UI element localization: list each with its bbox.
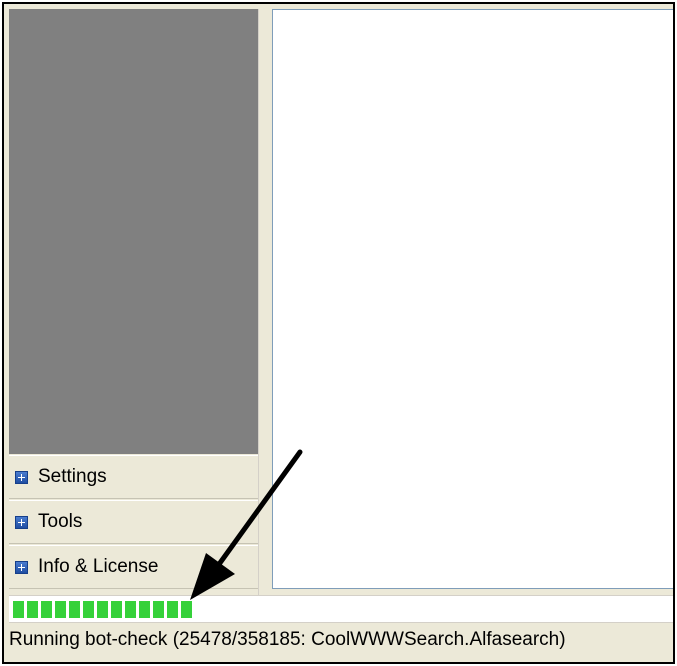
progress-segment (153, 600, 164, 618)
app-window: Settings Tools Info & License Running bo… (2, 2, 675, 664)
status-indicator (9, 663, 129, 664)
progress-segment (139, 600, 150, 618)
sidebar-item-label: Settings (38, 466, 107, 487)
expand-plus-icon[interactable] (15, 560, 28, 574)
status-text: Running bot-check (25478/358185: CoolWWW… (9, 629, 566, 650)
pane-splitter[interactable] (258, 9, 272, 595)
main-content-pane (272, 9, 673, 589)
expand-plus-icon[interactable] (15, 515, 28, 529)
sidebar-item-info-license[interactable]: Info & License (9, 545, 258, 589)
progress-bar (9, 595, 673, 622)
progress-segment (97, 600, 108, 618)
status-bar: Running bot-check (25478/358185: CoolWWW… (9, 622, 673, 664)
progress-segment (41, 600, 52, 618)
progress-segment (181, 600, 192, 618)
left-panel: Settings Tools Info & License (9, 9, 258, 595)
progress-segment (111, 600, 122, 618)
sidebar-item-tools[interactable]: Tools (9, 500, 258, 544)
progress-segment (167, 600, 178, 618)
sidebar-item-label: Info & License (38, 556, 159, 577)
progress-segment (55, 600, 66, 618)
expand-plus-icon[interactable] (15, 470, 28, 484)
progress-segment (83, 600, 94, 618)
progress-segment (69, 600, 80, 618)
progress-segment (13, 600, 24, 618)
sidebar-item-settings[interactable]: Settings (9, 455, 258, 499)
progress-segment (125, 600, 136, 618)
sidebar-item-label: Tools (38, 511, 83, 532)
progress-segment (27, 600, 38, 618)
progress-fill (13, 600, 192, 618)
panel-empty-area (9, 9, 258, 454)
